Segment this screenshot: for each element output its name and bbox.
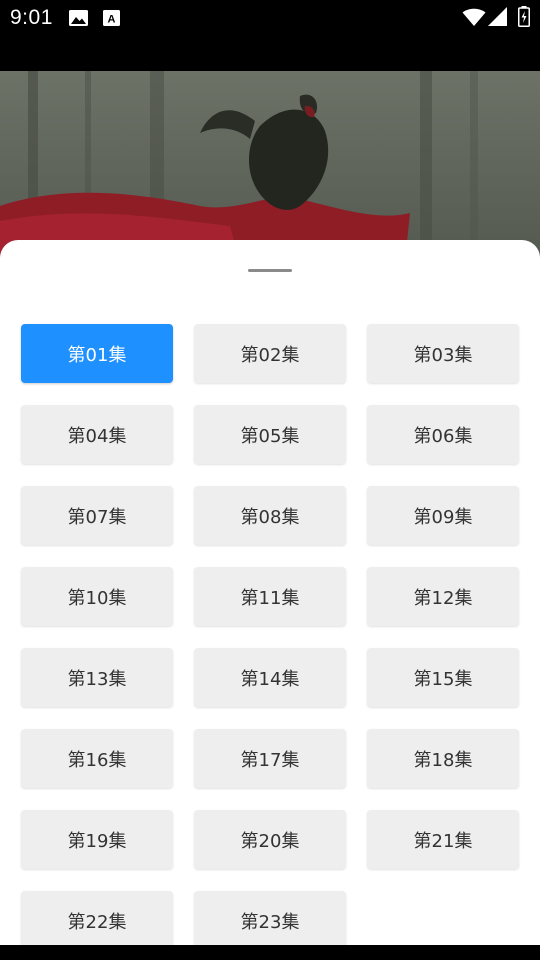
image-icon	[69, 9, 88, 31]
status-bar: 9:01 A	[0, 0, 540, 71]
cell-signal-icon	[488, 7, 508, 31]
wifi-icon	[462, 7, 486, 31]
episode-button[interactable]: 第10集	[21, 567, 173, 626]
episode-button[interactable]: 第16集	[21, 729, 173, 788]
episode-button[interactable]: 第11集	[194, 567, 346, 626]
episode-button[interactable]: 第19集	[21, 810, 173, 869]
episode-button[interactable]: 第04集	[21, 405, 173, 464]
episode-button[interactable]: 第03集	[367, 324, 519, 383]
episode-grid: 第01集 第02集 第03集第04集 第05集 第06集第07集 第08集 第09集第10集…	[21, 324, 520, 945]
episode-button[interactable]: 第06集	[367, 405, 519, 464]
episode-button[interactable]: 第05集	[194, 405, 346, 464]
episode-button-selected[interactable]: 第01集	[21, 324, 173, 383]
video-scene-image	[0, 71, 540, 261]
episode-button[interactable]: 第07集	[21, 486, 173, 545]
status-time: 9:01	[10, 6, 53, 29]
episode-selector-sheet: 第01集 第02集 第03集第04集 第05集 第06集第07集 第08集 第09集第10集…	[0, 240, 540, 945]
episode-button[interactable]: 第15集	[367, 648, 519, 707]
episode-button[interactable]: 第14集	[194, 648, 346, 707]
episode-button[interactable]: 第23集	[194, 891, 346, 945]
episode-button[interactable]: 第17集	[194, 729, 346, 788]
drag-handle[interactable]	[248, 269, 292, 272]
text-a-icon: A	[103, 9, 120, 31]
episode-button[interactable]: 第21集	[367, 810, 519, 869]
episode-button[interactable]: 第18集	[367, 729, 519, 788]
episode-button[interactable]: 第09集	[367, 486, 519, 545]
episode-button[interactable]: 第22集	[21, 891, 173, 945]
episode-button[interactable]: 第08集	[194, 486, 346, 545]
episode-button[interactable]: 第20集	[194, 810, 346, 869]
video-preview[interactable]	[0, 71, 540, 261]
episode-button[interactable]: 第12集	[367, 567, 519, 626]
episode-button[interactable]: 第02集	[194, 324, 346, 383]
battery-icon	[518, 6, 530, 31]
bottom-bar	[0, 945, 540, 960]
episode-button[interactable]: 第13集	[21, 648, 173, 707]
svg-text:A: A	[108, 14, 116, 26]
